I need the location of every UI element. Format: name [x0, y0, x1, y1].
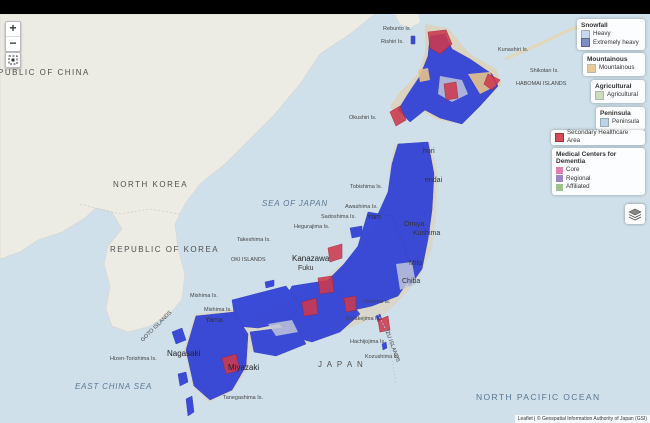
attribution[interactable]: Leaflet | © Geospatial Information Autho… [514, 415, 650, 423]
agricultural-swatch [595, 90, 604, 100]
island-label-rishiri: Rishiri Is. [381, 39, 404, 45]
core-swatch [556, 166, 563, 174]
affiliated-swatch [556, 183, 563, 191]
legend-mountainous: Mountainous Mountainous [583, 53, 645, 76]
map-view[interactable]: PUBLIC OF CHINA NORTH KOREA REPUBLIC OF … [0, 14, 650, 423]
legend-label: Affiliated [566, 183, 590, 190]
island-label-kunashiri: Kunashiri Is. [498, 47, 529, 53]
island-label-habomai: HABOMAI ISLANDS [516, 81, 567, 87]
country-label-japan: J A P A N [318, 360, 365, 369]
layers-icon [628, 208, 642, 221]
zoom-control: + − [5, 21, 21, 52]
city-label-sendai: endai [425, 177, 443, 184]
legend-mountainous-item: Mountainous [587, 63, 641, 73]
zoom-in-button[interactable]: + [6, 22, 20, 36]
ocean-label-north-pacific: NORTH PACIFIC OCEAN [476, 392, 601, 402]
island-label-hachijojima: Hachijojima Is. [350, 339, 386, 345]
island-label-sadoshima: Sadoshima Is. [321, 214, 356, 220]
city-label-miyazaki: Miyazaki [228, 363, 260, 372]
legend-label: Secondary Healthcare Area [567, 128, 629, 145]
sea-label-japan: SEA OF JAPAN [262, 199, 328, 208]
island-label-oshima: Oshima Is. [364, 299, 391, 305]
island-label-tobishima: Tobishima Is. [350, 184, 383, 190]
legend-agricultural-title: Agricultural [595, 83, 632, 90]
country-label-south-korea: REPUBLIC OF KOREA [110, 245, 220, 254]
island-label-tanegashima: Tanegashima Is. [223, 395, 264, 401]
island-label-mishima: Mishima Is. [190, 293, 218, 299]
island-label-awashima: Awashima Is. [345, 204, 378, 210]
legend-dementia-affiliated: Affiliated [556, 183, 641, 192]
island-label-okushiri: Okushiri Is. [349, 115, 377, 121]
legend-label: Regional [566, 174, 591, 182]
locate-icon [8, 55, 18, 65]
legend-agricultural: Agricultural Agricultural [591, 80, 645, 103]
island-label-hizen: Hizen-Torishima Is. [110, 356, 157, 362]
island-label-mishima-2: Mishima Is. [204, 307, 232, 313]
legend-label: Heavy [593, 30, 611, 37]
legend-mountainous-title: Mountainous [587, 56, 628, 63]
city-label-chiba: Chiba [402, 278, 421, 285]
city-label-kushima: Kushima [413, 230, 441, 237]
extreme-swatch [581, 38, 590, 48]
legend-snowfall-title: Snowfall [581, 22, 608, 29]
legend-dementia-title: Medical Centers for Dementia [556, 151, 617, 165]
island-label-rebunto: Rebunto Is. [383, 26, 412, 32]
island-label-miyakejima: Miyakejima Is. [346, 316, 381, 322]
legend-snowfall: Snowfall Heavy Extremely heavy [577, 19, 645, 50]
legend-snowfall-heavy: Heavy [581, 29, 641, 39]
country-label-north-korea: NORTH KOREA [113, 180, 189, 189]
island-label-hegurajima: Hegurajima Is. [294, 224, 330, 230]
island-label-shikotan: Shikotan Is. [530, 68, 559, 74]
regional-swatch [556, 175, 563, 183]
city-label-fuku: Fuku [298, 265, 314, 272]
legend-secondary-healthcare: Secondary Healthcare Area [551, 129, 645, 145]
locate-button[interactable] [5, 52, 21, 68]
legend-label: Extremely heavy [593, 38, 639, 46]
country-label-china: PUBLIC OF CHINA [0, 68, 90, 77]
secondary-swatch [555, 132, 564, 142]
legend-peninsula: Peninsula Peninsula [596, 107, 645, 130]
city-label-yam: Yam [367, 214, 381, 221]
top-bar [0, 0, 650, 14]
legend-label: Agricultural [607, 91, 638, 98]
legend-dementia-regional: Regional [556, 175, 641, 184]
legend-label: Core [566, 166, 580, 173]
legend-agricultural-item: Agricultural [595, 90, 641, 100]
city-label-yama: Yama [205, 317, 223, 324]
legend-secondary-item: Secondary Healthcare Area [555, 129, 641, 144]
legend-label: Peninsula [612, 118, 640, 125]
city-label-kanazawa: Kanazawa [292, 254, 330, 263]
zoom-out-button[interactable]: − [6, 36, 20, 51]
legend-peninsula-title: Peninsula [600, 110, 631, 117]
mountainous-swatch [587, 63, 596, 73]
island-label-kozushima: Kozushima Is. [365, 354, 400, 360]
island-label-oki: OKI ISLANDS [231, 257, 266, 263]
city-label-nagasaki: Nagasaki [167, 349, 201, 358]
legend-dementia: Medical Centers for Dementia Core Region… [552, 148, 645, 195]
sea-label-east-china: EAST CHINA SEA [75, 382, 153, 391]
legend-label: Mountainous [599, 64, 635, 71]
peninsula-swatch [600, 117, 609, 127]
city-label-mito: Mito [409, 260, 423, 267]
city-label-aomori: hori [423, 148, 435, 155]
app-window: PUBLIC OF CHINA NORTH KOREA REPUBLIC OF … [0, 0, 650, 423]
legend-peninsula-item: Peninsula [600, 117, 641, 127]
city-label-omiya: Omiya [404, 221, 425, 228]
layers-button[interactable] [625, 204, 645, 224]
legend-dementia-core: Core [556, 166, 641, 175]
legend-snowfall-extreme: Extremely heavy [581, 38, 641, 48]
island-label-takeshima: Takeshima Is. [237, 237, 271, 243]
